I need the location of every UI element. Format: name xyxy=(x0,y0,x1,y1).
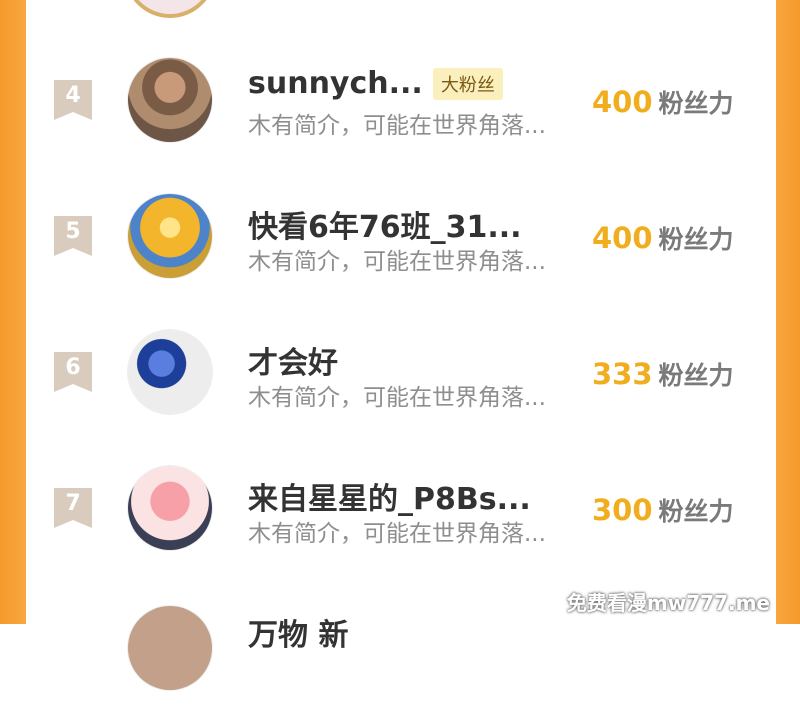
fan-power-label: 粉丝力 xyxy=(658,225,734,254)
fan-power: 333 粉丝力 xyxy=(592,356,734,392)
user-description: 木有简介，可能在世界角落... xyxy=(248,113,546,139)
right-orange-border xyxy=(776,0,800,624)
fan-power-value: 400 xyxy=(592,85,653,119)
watermark: 免费看漫mw777.me xyxy=(566,591,770,615)
fan-power-value: 333 xyxy=(592,357,653,391)
ranking-row[interactable]: 4 sunnych... 大粉丝 木有简介，可能在世界角落... 400 粉丝力 xyxy=(26,32,776,168)
user-name[interactable]: 才会好 xyxy=(248,346,338,381)
avatar-previous-partial xyxy=(128,0,212,14)
ultraman-avatar[interactable] xyxy=(128,330,212,414)
fan-power: 400 粉丝力 xyxy=(592,84,734,120)
autumn-trees-avatar[interactable] xyxy=(128,194,212,278)
user-name[interactable]: 快看6年76班_31... xyxy=(248,210,522,245)
cartoon-face-avatar[interactable] xyxy=(128,466,212,550)
rank-badge: 6 xyxy=(54,352,92,392)
user-name[interactable]: 万物 新 xyxy=(248,618,348,653)
rank-badge: 4 xyxy=(54,80,92,120)
fan-power-label: 粉丝力 xyxy=(658,361,734,390)
user-description: 木有简介，可能在世界角落... xyxy=(248,249,546,275)
fan-power-value: 400 xyxy=(592,221,653,255)
fan-power: 400 粉丝力 xyxy=(592,220,734,256)
user-name[interactable]: 来自星星的_P8Bs... xyxy=(248,482,531,517)
fan-power-label: 粉丝力 xyxy=(658,89,734,118)
rank-badge: 5 xyxy=(54,216,92,256)
user-description: 木有简介，可能在世界角落... xyxy=(248,385,546,411)
ranking-list-panel: 4 sunnych... 大粉丝 木有简介，可能在世界角落... 400 粉丝力 5… xyxy=(26,0,776,690)
ranking-row[interactable]: 5 快看6年76班_31... 木有简介，可能在世界角落... 400 粉丝力 xyxy=(26,168,776,304)
user-name[interactable]: sunnych... xyxy=(248,66,423,101)
ranking-row[interactable]: 7 来自星星的_P8Bs... 木有简介，可能在世界角落... 300 粉丝力 xyxy=(26,440,776,576)
rank-badge: 7 xyxy=(54,488,92,528)
user-description: 木有简介，可能在世界角落... xyxy=(248,521,546,547)
left-orange-border xyxy=(0,0,26,624)
fan-power: 300 粉丝力 xyxy=(592,492,734,528)
fan-level-badge: 大粉丝 xyxy=(432,67,503,100)
boy-photo-avatar[interactable] xyxy=(128,58,212,142)
ranking-row[interactable]: 6 才会好 木有简介，可能在世界角落... 333 粉丝力 xyxy=(26,304,776,440)
fan-power-value: 300 xyxy=(592,493,653,527)
partial-avatar[interactable] xyxy=(128,606,212,690)
fan-power-label: 粉丝力 xyxy=(658,497,734,526)
